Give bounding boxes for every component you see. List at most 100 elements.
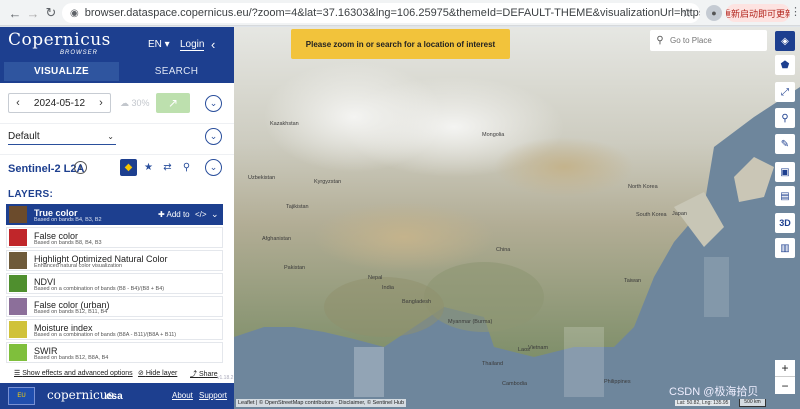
- support-link[interactable]: Support: [199, 391, 227, 400]
- sidebar: Copernicus BROWSER EN ▾ Login ‹ VISUALIZ…: [0, 27, 234, 409]
- film-icon[interactable]: ▤: [775, 186, 795, 206]
- map-label: North Korea: [628, 184, 658, 190]
- layers-icon[interactable]: ◈: [775, 31, 795, 51]
- chevron-left-icon[interactable]: ‹: [211, 37, 215, 52]
- pentagon-icon[interactable]: ⬟: [775, 55, 795, 75]
- tab-visualize[interactable]: VISUALIZE: [4, 62, 119, 81]
- satellite-name: Sentinel-2 L2A: [8, 163, 85, 175]
- layer-item[interactable]: False color Based on bands B8, B4, B3: [6, 227, 223, 248]
- theme-row: Default ⌄ ⌄: [0, 123, 234, 149]
- theme-select[interactable]: Default ⌄: [8, 129, 116, 145]
- place-search[interactable]: ⚲: [650, 30, 767, 51]
- image-icon[interactable]: ▣: [775, 162, 795, 182]
- language-select[interactable]: EN ▾: [148, 39, 170, 50]
- layer-item[interactable]: NDVI Based on a combination of bands (B8 …: [6, 273, 223, 294]
- map-label: Tajikistan: [286, 204, 309, 210]
- map-label: India: [382, 285, 394, 291]
- tab-bar: VISUALIZE SEARCH: [0, 62, 234, 83]
- layers-icon[interactable]: ◆: [120, 159, 137, 176]
- bottom-links: ☰ Show effects and advanced options ⊘ Hi…: [0, 367, 234, 381]
- esa-logo: esa: [106, 391, 123, 402]
- search-input[interactable]: [670, 36, 760, 45]
- layer-thumbnail: [9, 275, 27, 292]
- copernicus-footer-logo: copernicus: [47, 388, 114, 402]
- star-outline-icon[interactable]: ★: [140, 159, 157, 176]
- map-canvas[interactable]: Kazakhstan Mongolia Uzbekistan Kyrgyzstan Ta…: [234, 27, 800, 409]
- code-icon[interactable]: </>: [195, 210, 207, 219]
- map-label: Cambodia: [502, 381, 528, 387]
- map-label: China: [496, 247, 511, 253]
- layer-description: Based on a combination of bands (B8A - B…: [34, 332, 177, 338]
- map-label: South Korea: [636, 212, 667, 218]
- 3d-button[interactable]: 3D: [775, 213, 795, 233]
- cloud-coverage: ☁ 30%: [120, 98, 150, 108]
- location-icon[interactable]: ⚲: [775, 108, 795, 128]
- layer-item[interactable]: SWIR Based on bands B12, B8A, B4: [6, 342, 223, 363]
- sidebar-header: Copernicus BROWSER EN ▾ Login ‹: [0, 27, 234, 62]
- add-to-button[interactable]: ✚ Add to: [158, 210, 190, 219]
- pin-icon[interactable]: ⚲: [178, 159, 195, 176]
- eu-flag-icon: EU: [8, 387, 35, 405]
- layer-item[interactable]: True color Based on bands B4, B3, B2 ✚ Add…: [6, 204, 223, 225]
- star-icon[interactable]: ☆: [681, 6, 692, 20]
- layer-description: Based on bands B4, B3, B2: [34, 217, 102, 223]
- map-imagery: [234, 27, 800, 409]
- map-label: Kazakhstan: [270, 121, 299, 127]
- lock-icon: ◉: [70, 7, 79, 19]
- layer-thumbnail: [9, 206, 27, 223]
- chevron-down-icon: ⌄: [107, 132, 114, 141]
- layer-thumbnail: [9, 298, 27, 315]
- expand-icon[interactable]: ⌄: [211, 209, 219, 220]
- about-link[interactable]: About: [172, 391, 193, 400]
- hide-layer-link[interactable]: ⊘ Hide layer: [138, 369, 177, 377]
- map-label: Afghanistan: [262, 236, 292, 242]
- date-picker[interactable]: ‹ 2024-05-12 ›: [8, 93, 111, 113]
- map-label: Japan: [672, 211, 687, 217]
- zoom-out-button[interactable]: −: [775, 377, 795, 394]
- measure-icon[interactable]: ⤢: [775, 82, 795, 102]
- arrow-icon[interactable]: ↗: [156, 93, 190, 113]
- address-bar[interactable]: ◉ browser.dataspace.copernicus.eu/?zoom=…: [62, 3, 700, 23]
- copernicus-logo: Copernicus BROWSER: [8, 30, 111, 56]
- satellite-row: Sentinel-2 L2A i ◆ ★ ⇄ ⚲ ⌄: [0, 154, 234, 180]
- chevron-left-icon[interactable]: ‹: [9, 97, 27, 109]
- ruler-icon[interactable]: ✎: [775, 134, 795, 154]
- watermark: CSDN @极海拾贝: [669, 386, 759, 398]
- info-icon[interactable]: i: [74, 161, 87, 174]
- map-label: Nepal: [368, 275, 383, 281]
- date-value[interactable]: 2024-05-12: [27, 98, 92, 109]
- profile-icon[interactable]: ●: [706, 5, 722, 21]
- chevron-down-icon[interactable]: ⌄: [205, 95, 222, 112]
- search-icon: ⚲: [656, 35, 664, 46]
- browser-chrome: ← → ↻ ◉ browser.dataspace.copernicus.eu/…: [0, 0, 800, 26]
- footer: EU copernicus esa About Support: [0, 383, 234, 409]
- tab-search[interactable]: SEARCH: [119, 62, 234, 81]
- map-label: Kyrgyzstan: [314, 179, 342, 185]
- compare-icon[interactable]: ⇄: [159, 159, 176, 176]
- layer-item[interactable]: Highlight Optimized Natural Color Enhance…: [6, 250, 223, 271]
- update-button[interactable]: 重新启动即可更新: [726, 4, 790, 22]
- layer-item[interactable]: Moisture index Based on a combination of …: [6, 319, 223, 340]
- date-row: ‹ 2024-05-12 › ☁ 30% ↗ ⌄: [0, 91, 234, 117]
- layer-description: Based on bands B12, B8A, B4: [34, 355, 109, 361]
- login-link[interactable]: Login: [180, 39, 205, 51]
- chevron-down-icon[interactable]: ⌄: [205, 159, 222, 176]
- share-link[interactable]: ⤴ Share: [190, 369, 218, 379]
- chevron-right-icon[interactable]: ›: [92, 97, 110, 109]
- map-label: Uzbekistan: [248, 175, 276, 181]
- layers-title: LAYERS:: [8, 189, 54, 200]
- scale-bar: 500 km: [739, 399, 766, 407]
- layer-description: Based on bands B8, B4, B3: [34, 240, 102, 246]
- map-label: Taiwan: [624, 278, 642, 284]
- map-label: Bangladesh: [402, 299, 432, 305]
- effects-link[interactable]: ☰ Show effects and advanced options: [14, 369, 133, 377]
- chart-icon[interactable]: ▥: [775, 238, 795, 258]
- zoom-in-button[interactable]: +: [775, 360, 795, 377]
- chevron-down-icon[interactable]: ⌄: [205, 128, 222, 145]
- layer-item[interactable]: False color (urban) Based on bands B12, B…: [6, 296, 223, 317]
- layer-description: Enhanced natural color visualization: [34, 263, 123, 269]
- reload-icon[interactable]: ↻: [40, 2, 62, 24]
- menu-icon[interactable]: ⋮: [790, 5, 800, 18]
- zoom-notice: Please zoom in or search for a location …: [291, 29, 510, 59]
- layer-thumbnail: [9, 229, 27, 246]
